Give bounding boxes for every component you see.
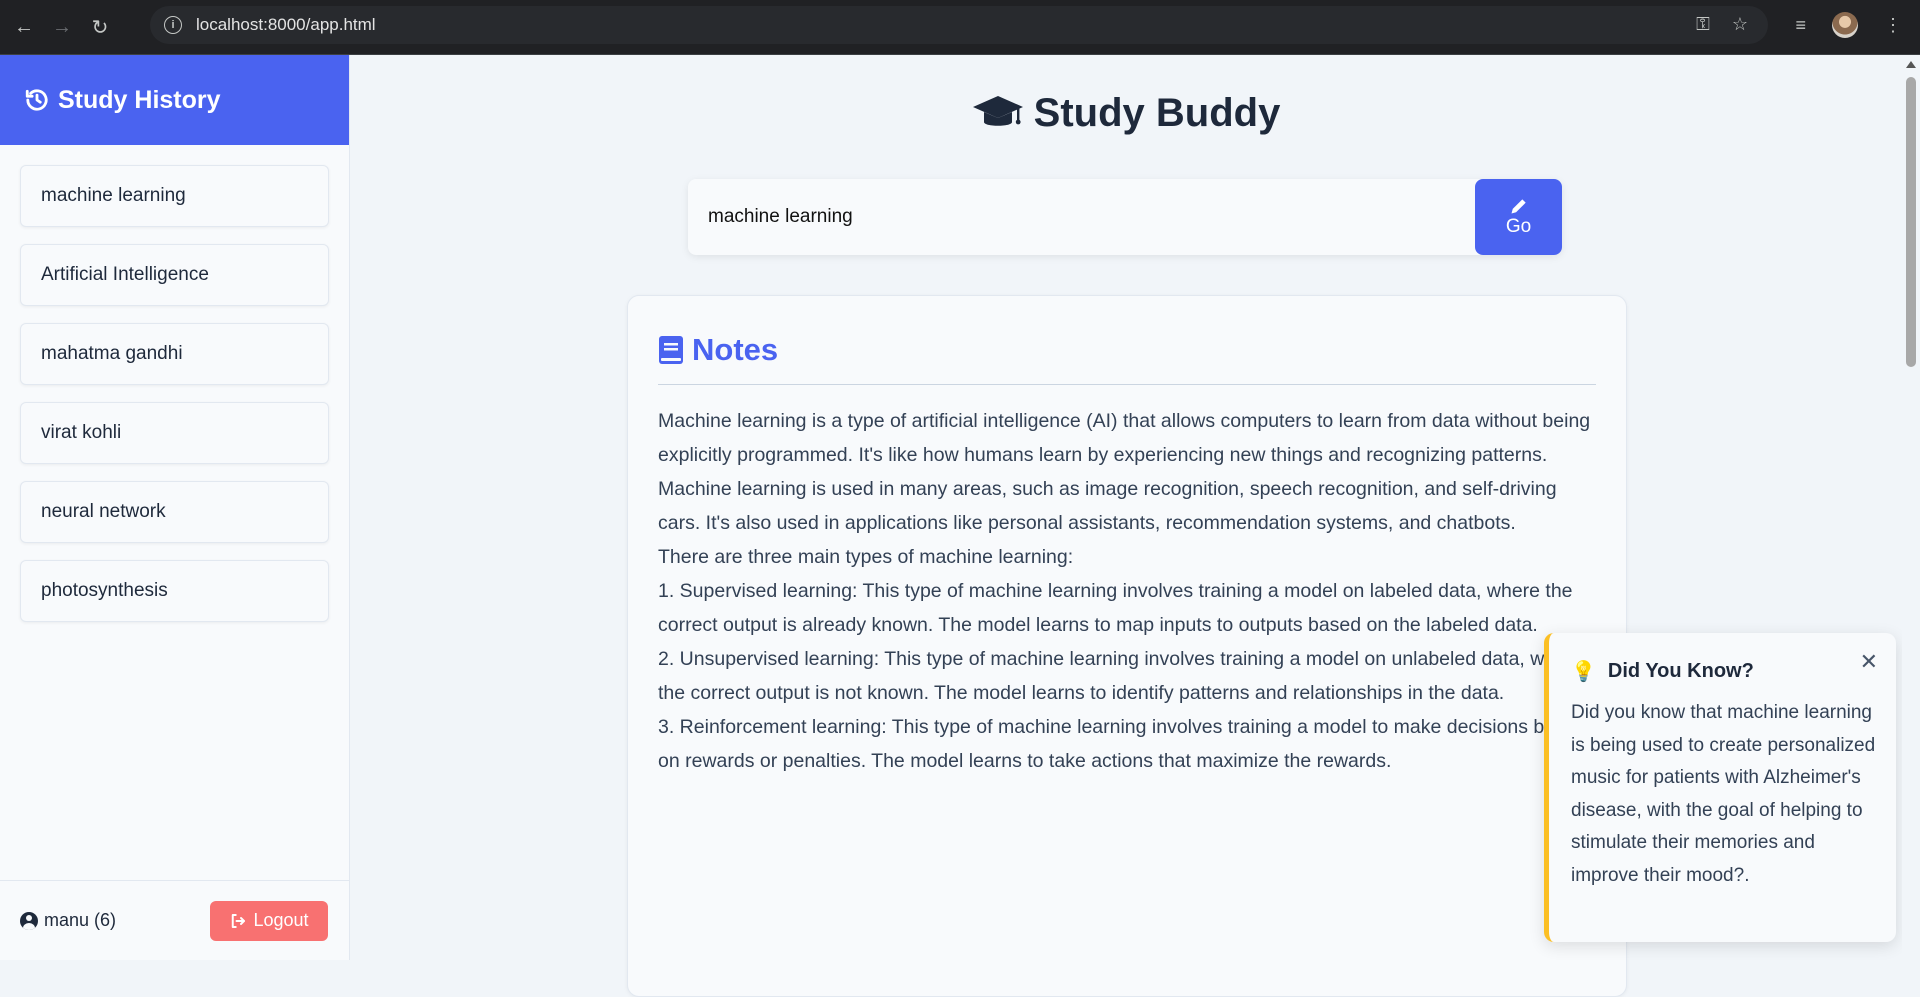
- fact-text: Did you know that machine learning is be…: [1571, 702, 1876, 886]
- history-item[interactable]: mahatma gandhi: [20, 323, 329, 385]
- username: manu (6): [44, 910, 117, 930]
- close-icon[interactable]: ✕: [1860, 649, 1878, 675]
- user-icon: [20, 911, 38, 930]
- notes-paragraph: 2. Unsupervised learning: This type of m…: [658, 648, 1584, 704]
- fact-title: Did You Know?: [1607, 660, 1754, 682]
- sidebar: Study History machine learning Artificia…: [0, 55, 350, 960]
- pencil-icon: [1511, 199, 1526, 214]
- history-item[interactable]: neural network: [20, 481, 329, 543]
- notes-title: Notes: [692, 332, 779, 367]
- logout-label: Logout: [253, 910, 309, 930]
- logout-button[interactable]: Logout: [210, 900, 328, 941]
- lightbulb-icon: 💡: [1571, 661, 1596, 683]
- history-item[interactable]: Artificial Intelligence: [20, 244, 329, 306]
- notes-paragraph: Machine learning is used in many areas, …: [658, 478, 1557, 534]
- reload-icon[interactable]: ↻: [86, 13, 114, 41]
- media-queue-icon[interactable]: ≡: [1795, 15, 1806, 36]
- go-button[interactable]: Go: [1475, 179, 1562, 255]
- notes-paragraph: 3. Reinforcement learning: This type of …: [658, 716, 1587, 772]
- history-item[interactable]: machine learning: [20, 165, 329, 227]
- url-text[interactable]: localhost:8000/app.html: [196, 15, 376, 35]
- history-icon: [25, 89, 48, 111]
- notes-body: Machine learning is a type of artificial…: [658, 404, 1598, 778]
- notes-paragraph: Machine learning is a type of artificial…: [658, 410, 1591, 466]
- book-icon: [659, 336, 683, 364]
- profile-avatar[interactable]: [1832, 12, 1858, 38]
- notes-paragraph: 1. Supervised learning: This type of mac…: [658, 580, 1573, 636]
- notes-card: Notes Machine learning is a type of arti…: [627, 295, 1627, 997]
- app-title: Study Buddy: [1033, 91, 1281, 135]
- browser-toolbar: ← → ↻ i localhost:8000/app.html ⚿ ☆ ≡ ⋮: [0, 0, 1920, 55]
- site-info-icon[interactable]: i: [164, 16, 182, 34]
- history-item[interactable]: photosynthesis: [20, 560, 329, 622]
- topic-input[interactable]: [688, 179, 1478, 255]
- sidebar-header: Study History: [0, 55, 349, 145]
- go-label: Go: [1505, 216, 1532, 237]
- password-key-icon[interactable]: ⚿: [1696, 14, 1710, 35]
- logout-icon: [232, 913, 246, 928]
- page-title: Study Buddy: [350, 91, 1902, 136]
- did-you-know-popup: 💡 Did You Know? ✕ Did you know that mach…: [1544, 633, 1896, 942]
- sidebar-title: Study History: [58, 85, 221, 114]
- back-icon[interactable]: ←: [10, 13, 38, 41]
- search-box: Go: [688, 179, 1562, 255]
- forward-icon[interactable]: →: [48, 13, 76, 41]
- history-item[interactable]: virat kohli: [20, 402, 329, 464]
- scroll-up-arrow-icon[interactable]: [1906, 61, 1916, 68]
- divider: [658, 384, 1596, 385]
- notes-heading: Notes: [658, 332, 778, 368]
- page-scrollbar[interactable]: [1902, 55, 1920, 960]
- fact-header: 💡 Did You Know?: [1571, 659, 1754, 684]
- user-info: manu (6): [20, 910, 116, 931]
- sidebar-footer: manu (6) Logout: [0, 880, 349, 960]
- notes-paragraph: There are three main types of machine le…: [658, 546, 1074, 568]
- address-bar[interactable]: i localhost:8000/app.html ⚿ ☆: [150, 6, 1768, 44]
- bookmark-star-icon[interactable]: ☆: [1732, 14, 1748, 35]
- graduation-cap-icon: [972, 95, 1023, 126]
- scroll-thumb[interactable]: [1906, 77, 1916, 367]
- history-list: machine learning Artificial Intelligence…: [0, 145, 349, 622]
- browser-menu-icon[interactable]: ⋮: [1884, 15, 1902, 36]
